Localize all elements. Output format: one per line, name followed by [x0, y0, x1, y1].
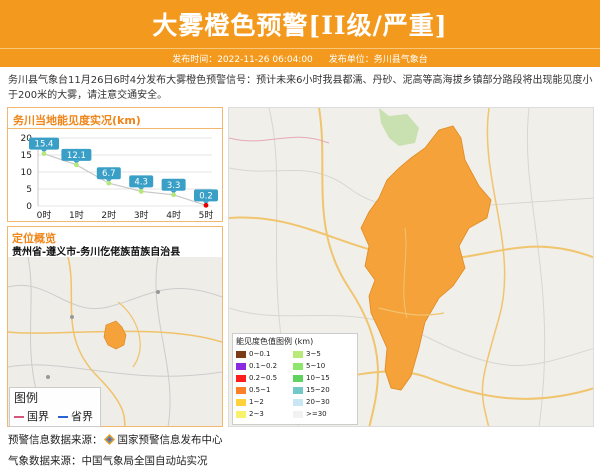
visibility-legend-item: 10~15	[293, 374, 330, 382]
color-swatch	[293, 350, 303, 358]
visibility-chart-title: 务川当地能见度实况(km)	[13, 114, 141, 127]
data-point	[106, 180, 112, 186]
y-tick-label: 5	[26, 185, 32, 195]
x-tick-label: 5时	[199, 209, 214, 221]
province-border-line-icon	[58, 416, 68, 418]
diamond-logo-icon	[103, 434, 115, 445]
visibility-legend-label: 20~30	[306, 398, 330, 406]
visibility-legend-label: 0.1~0.2	[249, 362, 278, 370]
x-tick-label: 1时	[69, 209, 84, 221]
warning-description: 务川县气象台11月26日6时4分发布大雾橙色预警信号：预计未来6小时我县都濡、丹…	[8, 75, 593, 101]
legend-item-province-border: 省界	[58, 408, 93, 424]
data-point	[74, 162, 79, 168]
visibility-legend-label: 1~2	[249, 398, 264, 406]
map-legend-title: 图例	[14, 391, 39, 405]
visibility-legend-item: 2~3	[236, 410, 264, 418]
x-tick-label: 4时	[166, 209, 181, 221]
color-swatch	[293, 374, 303, 382]
color-swatch	[236, 362, 246, 370]
publisher: 发布单位：务川县气象台	[328, 55, 428, 65]
weather-source-line: 气象数据来源：中国气象局全国自动站实况	[8, 455, 208, 467]
visibility-chart-panel: 务川当地能见度实况(km) 0 5 10 15 20 15.4 0时 12.1 1时 6.7 2时 4…	[7, 107, 223, 222]
color-swatch	[293, 410, 303, 418]
visibility-legend-label: 0.2~0.5	[249, 374, 278, 382]
visibility-legend-item: 0.5~1	[236, 386, 270, 394]
visibility-legend-item: 0.2~0.5	[236, 374, 277, 382]
visibility-legend-label: 5~10	[306, 362, 326, 370]
data-label: 3.3	[167, 181, 181, 191]
visibility-legend-item: 5~10	[293, 362, 325, 370]
data-point	[171, 192, 177, 198]
color-swatch	[236, 410, 246, 418]
location-region: 贵州省-遵义市-务川仡佬族苗族自治县	[12, 247, 181, 258]
visibility-legend-label: 3~5	[306, 350, 321, 358]
visibility-legend-item: 3~5	[293, 350, 321, 358]
y-tick-label: 15	[21, 151, 32, 161]
visibility-legend-label: 0~0.1	[249, 350, 271, 358]
color-swatch	[293, 398, 303, 406]
warning-header: 大雾橙色预警[II级/严重] 发布时间：2022-11-26 06:04:00 发…	[0, 0, 600, 67]
publish-time: 发布时间：2022-11-26 06:04:00	[172, 55, 313, 65]
visibility-legend-label: 15~20	[306, 386, 330, 394]
visibility-legend-item: 20~30	[293, 398, 330, 406]
panel-divider	[8, 128, 222, 129]
x-tick-label: 0时	[37, 209, 52, 221]
visibility-legend-label: >=30	[306, 410, 327, 418]
map-legend: 图例 国界 省界	[9, 387, 101, 427]
color-swatch	[236, 398, 246, 406]
data-label: 15.4	[35, 140, 54, 150]
data-point	[41, 151, 47, 157]
national-border-line-icon	[14, 416, 24, 418]
color-swatch	[236, 386, 246, 394]
data-label: 4.3	[134, 177, 148, 187]
visibility-legend-label: 10~15	[306, 374, 330, 382]
warning-source-label: 预警信息数据来源：	[8, 434, 103, 446]
color-swatch	[236, 350, 246, 358]
visibility-legend-title: 能见度色值图例 (km)	[236, 337, 314, 346]
left-column: 务川当地能见度实况(km) 0 5 10 15 20 15.4 0时 12.1 1时 6.7 2时 4…	[7, 107, 223, 427]
visibility-line-chart: 0510152015.40时12.11时6.72时4.33时3.34时0.25时	[21, 134, 218, 221]
visibility-legend-item: 0.1~0.2	[236, 362, 277, 370]
warning-title: 大雾橙色预警[II级/严重]	[152, 11, 448, 40]
header-divider	[0, 48, 600, 49]
data-label: 0.2	[199, 191, 213, 201]
warning-source-name: 国家预警信息发布中心	[117, 434, 223, 446]
data-label: 12.1	[67, 151, 86, 161]
data-point	[138, 188, 144, 194]
visibility-color-legend: 能见度色值图例 (km) 0~0.1 3~5 0.1~0.2 5~10 0.2~0.5 1…	[232, 333, 358, 425]
color-swatch	[293, 362, 303, 370]
color-swatch	[293, 386, 303, 394]
data-point	[203, 202, 209, 208]
visibility-legend-label: 2~3	[249, 410, 264, 418]
visibility-legend-item: 0~0.1	[236, 350, 270, 358]
legend-item-national-border: 国界	[14, 408, 49, 424]
y-tick-label: 10	[21, 168, 33, 178]
visibility-legend-label: 0.5~1	[249, 386, 271, 394]
color-swatch	[236, 374, 246, 382]
warning-source-line: 预警信息数据来源： 国家预警信息发布中心	[8, 432, 223, 447]
visibility-legend-item: 1~2	[236, 398, 264, 406]
visibility-legend-item: 15~20	[293, 386, 330, 394]
data-label: 6.7	[102, 169, 116, 179]
x-tick-label: 2时	[101, 209, 116, 221]
x-tick-label: 3时	[134, 209, 149, 221]
visibility-legend-item: >=30	[293, 410, 327, 418]
y-tick-label: 0	[26, 202, 32, 212]
header-meta: 发布时间：2022-11-26 06:04:00 发布单位：务川县气象台	[0, 52, 600, 65]
